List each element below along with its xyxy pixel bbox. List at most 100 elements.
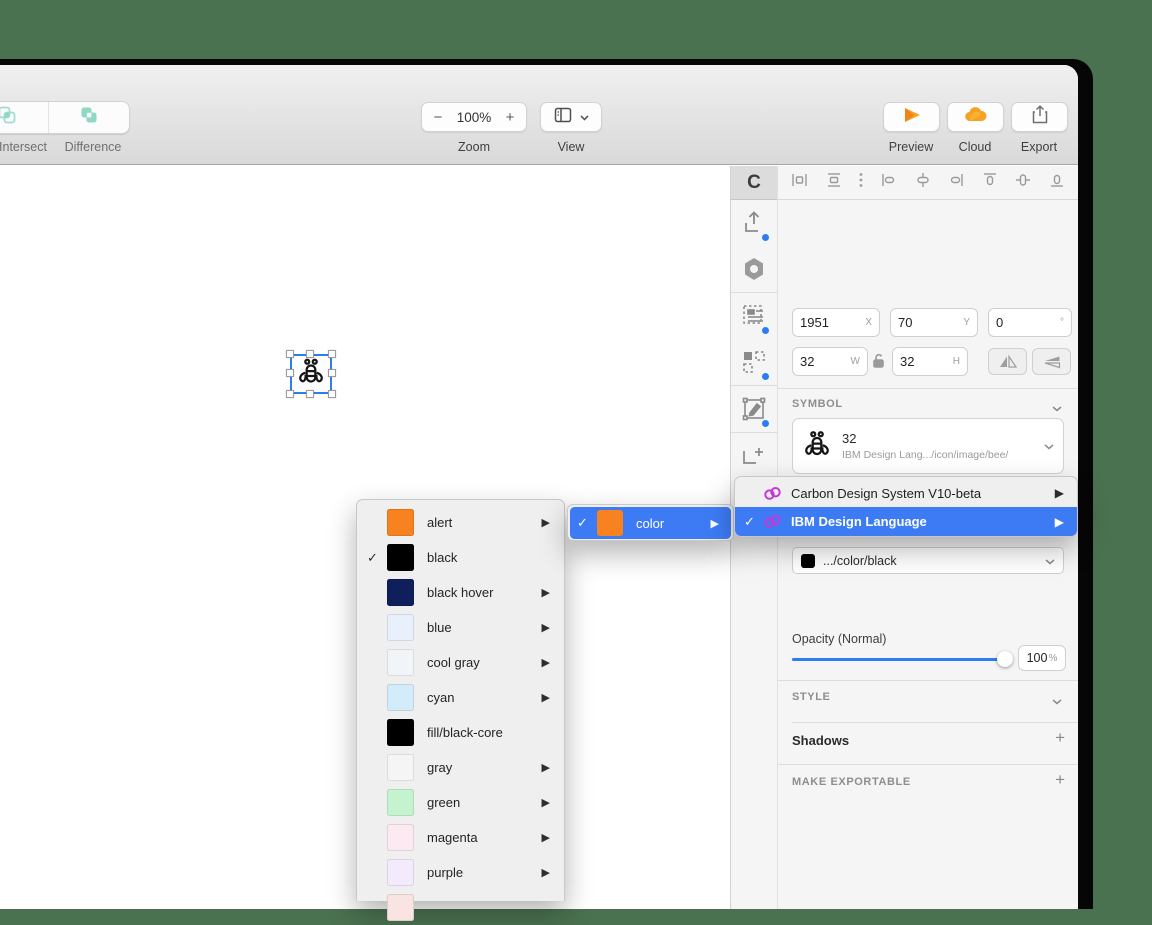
color-override-menu: alert ▶ ✓ black black hover ▶ blue ▶ coo… (356, 499, 565, 921)
selection-handle[interactable] (328, 350, 336, 358)
menu-item-carbon-design-system[interactable]: Carbon Design System V10-beta ▶ (735, 479, 1077, 507)
preview-play-icon (901, 106, 923, 129)
menu-item-cutoff[interactable] (357, 890, 564, 925)
rotation-field[interactable]: 0 ° (988, 308, 1072, 337)
symbol-path: IBM Design Lang.../icon/image/bee/ (842, 449, 1009, 461)
lock-aspect-icon[interactable] (872, 353, 885, 373)
plugin-sidebar: C (730, 166, 778, 909)
menu-item-gray[interactable]: gray ▶ (357, 750, 564, 785)
difference-label: Difference (64, 140, 122, 154)
y-suffix: Y (963, 317, 970, 328)
rotation-suffix: ° (1060, 317, 1064, 328)
preview-button[interactable] (883, 102, 940, 132)
submenu-arrow-icon: ▶ (1054, 486, 1064, 500)
menu-item-label: cool gray (427, 655, 480, 670)
chevron-down-icon[interactable] (1052, 692, 1062, 710)
notification-dot (762, 420, 769, 427)
swap-symbols-icon[interactable] (731, 339, 777, 385)
opacity-slider-knob[interactable] (997, 651, 1013, 667)
cloud-icon (964, 106, 988, 128)
menu-item-ibm-design-language[interactable]: ✓ IBM Design Language ▶ (735, 507, 1077, 536)
menu-item-label: purple (427, 865, 464, 880)
style-section-header: STYLE (792, 691, 831, 703)
edit-vector-icon[interactable] (731, 386, 777, 432)
alignment-toolbar (778, 166, 1078, 200)
add-export-button[interactable]: + (1055, 770, 1065, 790)
selection-handle[interactable] (286, 369, 294, 377)
menu-item-alert[interactable]: alert ▶ (357, 505, 564, 540)
opacity-slider-fill (792, 658, 999, 661)
intersect-button[interactable] (0, 102, 48, 133)
submenu-arrow-icon: ▶ (541, 762, 550, 774)
flip-vertical-button[interactable] (1032, 348, 1071, 375)
menu-item-black-hover[interactable]: black hover ▶ (357, 575, 564, 610)
divider (778, 388, 1078, 389)
checkmark-icon: ✓ (367, 549, 378, 565)
align-bottom-icon[interactable] (1049, 172, 1065, 193)
selection-handle[interactable] (306, 390, 314, 398)
difference-icon (79, 105, 99, 130)
menu-item-label: black hover (427, 585, 494, 600)
align-top-icon[interactable] (982, 172, 998, 193)
flip-horizontal-button[interactable] (988, 348, 1027, 375)
width-value: 32 (800, 354, 815, 369)
zoom-in-button[interactable]: + (503, 109, 517, 126)
difference-button[interactable] (47, 102, 130, 133)
width-field[interactable]: 32 W (792, 347, 868, 376)
chevron-down-icon[interactable] (1052, 399, 1062, 417)
zoom-out-button[interactable]: − (431, 109, 445, 126)
add-artboard-icon[interactable] (731, 433, 777, 479)
selection-handle[interactable] (286, 390, 294, 398)
menu-item-cyan[interactable]: cyan ▶ (357, 680, 564, 715)
layout-list-icon[interactable] (731, 293, 777, 339)
selection-handle[interactable] (286, 350, 294, 358)
color-swatch (387, 719, 414, 746)
preview-label: Preview (888, 140, 934, 154)
menu-item-blue[interactable]: blue ▶ (357, 610, 564, 645)
menu-item-purple[interactable]: purple ▶ (357, 855, 564, 890)
menu-item-black[interactable]: ✓ black (357, 540, 564, 575)
distribute-horizontally-icon[interactable] (791, 172, 808, 193)
cloud-button[interactable] (947, 102, 1004, 132)
add-shadow-button[interactable]: + (1055, 728, 1065, 748)
menu-item-label: fill/black-core (427, 725, 503, 740)
submenu-arrow-icon: ▶ (710, 517, 719, 530)
opacity-slider[interactable] (792, 658, 1010, 661)
menu-item-magenta[interactable]: magenta ▶ (357, 820, 564, 855)
height-field[interactable]: 32 H (892, 347, 968, 376)
menu-item-color[interactable]: ✓ color ▶ (570, 507, 731, 539)
color-swatch (387, 859, 414, 886)
export-label: Export (1020, 140, 1058, 154)
hexagon-nut-icon[interactable] (731, 246, 777, 292)
x-position-field[interactable]: 1951 X (792, 308, 880, 337)
chevron-down-icon (1045, 552, 1055, 570)
view-button[interactable] (540, 102, 602, 132)
export-button[interactable] (1011, 102, 1068, 132)
icon-color-dropdown[interactable]: .../color/black (792, 547, 1064, 574)
symbol-picker[interactable]: 32 IBM Design Lang.../icon/image/bee/ (792, 418, 1064, 474)
selected-symbol-bee[interactable] (286, 350, 336, 398)
distribute-vertically-icon[interactable] (826, 172, 842, 193)
selection-handle[interactable] (306, 350, 314, 358)
submenu-arrow-icon: ▶ (541, 867, 550, 879)
selection-handle[interactable] (328, 390, 336, 398)
library-link-icon (763, 514, 782, 529)
notification-dot (762, 234, 769, 241)
color-swatch (387, 789, 414, 816)
align-middle-vertical-icon[interactable] (1015, 172, 1031, 193)
selection-handle[interactable] (328, 369, 336, 377)
layout-panel-icon (554, 107, 572, 128)
menu-item-fill-black-core[interactable]: fill/black-core (357, 715, 564, 750)
y-position-field[interactable]: 70 Y (890, 308, 978, 337)
align-left-icon[interactable] (881, 172, 897, 193)
more-options-icon[interactable] (859, 172, 863, 193)
menu-item-label: color (636, 515, 665, 531)
align-right-icon[interactable] (948, 172, 964, 193)
menu-item-cool-gray[interactable]: cool gray ▶ (357, 645, 564, 680)
menu-item-green[interactable]: green ▶ (357, 785, 564, 820)
align-center-horizontal-icon[interactable] (915, 172, 931, 193)
color-swatch (387, 579, 414, 606)
black-swatch (801, 553, 815, 568)
upload-library-icon[interactable] (731, 200, 777, 246)
opacity-value-field[interactable]: 100 % (1018, 645, 1066, 671)
